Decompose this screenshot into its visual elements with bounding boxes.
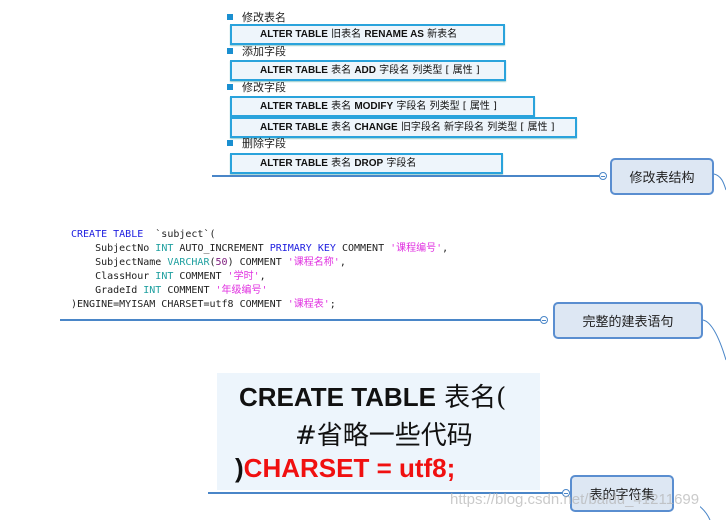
code-token: '课程名称': [287, 257, 340, 268]
item-label: 删除字段: [242, 137, 286, 150]
sql-text: 旧表名: [327, 29, 365, 40]
code-line: SubjectNo INT AUTO_INCREMENT PRIMARY KEY…: [71, 242, 448, 256]
code-token: ,: [339, 257, 346, 268]
comment-line: #省略一些代码: [295, 421, 473, 451]
node-label: 完整的建表语句: [582, 315, 674, 330]
sql-text: 表名: [327, 65, 355, 76]
branch-line: [60, 319, 540, 321]
code-token: INT: [155, 271, 174, 282]
sql-keyword: RENAME AS: [364, 29, 424, 40]
paren: ): [235, 453, 244, 483]
code-token: ) COMMENT: [227, 257, 288, 268]
code-line: ClassHour INT COMMENT '学时',: [71, 270, 448, 284]
code-token: COMMENT: [161, 285, 216, 296]
charset-clause: CHARSET = utf8;: [243, 453, 456, 483]
code-line: GradeId INT COMMENT '年级编号': [71, 284, 448, 298]
code-token: INT: [143, 285, 162, 296]
node-create-statement[interactable]: 完整的建表语句: [553, 302, 703, 339]
sql-keyword: ALTER TABLE: [260, 65, 328, 76]
code-token: COMMENT: [335, 243, 391, 254]
sql-statement-box: ALTER TABLE 表名 MODIFY 字段名 列类型 [ 属性 ]: [230, 96, 535, 117]
code-line: CREATE TABLE `subject`(: [71, 228, 448, 242]
code-token: '课程编号': [390, 243, 443, 254]
sql-text: 表名: [327, 122, 355, 133]
code-token: PRIMARY KEY: [269, 243, 336, 254]
code-token: SubjectName: [71, 257, 168, 268]
create-table-code: CREATE TABLE `subject`( SubjectNo INT AU…: [71, 228, 448, 312]
sql-text: 新表名: [423, 29, 458, 40]
code-token: INT: [155, 243, 174, 254]
bullet-icon: [227, 14, 233, 20]
bullet-icon: [227, 84, 233, 90]
branch-line: [212, 175, 599, 177]
watermark: https://blog.csdn.net/baidu_41211699: [450, 491, 700, 508]
collapse-toggle-icon[interactable]: [599, 172, 607, 180]
keyword: CREATE TABLE: [239, 382, 436, 412]
node-label: 修改表结构: [629, 171, 695, 186]
code-token: ;: [329, 299, 336, 310]
code-token: ,: [259, 271, 266, 282]
sql-text: 表名: [327, 158, 355, 169]
code-token: COMMENT: [173, 271, 228, 282]
bullet-icon: [227, 48, 233, 54]
sql-keyword: ADD: [354, 65, 376, 76]
table-name: 表名(: [435, 383, 507, 413]
code-token: SubjectNo: [71, 243, 156, 254]
code-token: ClassHour: [71, 271, 156, 282]
code-token: ,: [442, 243, 449, 254]
sql-text: 字段名: [383, 158, 417, 169]
sql-keyword: ALTER TABLE: [260, 101, 328, 112]
sql-keyword: ALTER TABLE: [260, 158, 328, 169]
sql-text: 字段名 列类型 [ 属性 ]: [393, 101, 497, 112]
sql-text: 字段名 列类型 [ 属性 ]: [376, 65, 480, 76]
connector-curves: [700, 173, 726, 520]
code-line: )ENGINE=MYISAM CHARSET=utf8 COMMENT '课程表…: [71, 298, 448, 312]
item-label: 修改表名: [242, 11, 286, 24]
code-token: GradeId: [71, 285, 144, 296]
code-token: AUTO_INCREMENT: [173, 243, 270, 254]
bullet-icon: [227, 140, 233, 146]
sql-statement-box: ALTER TABLE 旧表名 RENAME AS 新表名: [230, 24, 505, 45]
sql-keyword: DROP: [354, 158, 384, 169]
code-token: VARCHAR: [167, 257, 210, 268]
code-token: '学时': [227, 271, 260, 282]
code-line: SubjectName VARCHAR(50) COMMENT '课程名称',: [71, 256, 448, 270]
item-label: 添加字段: [242, 45, 286, 58]
code-token: 50: [215, 257, 228, 268]
sql-keyword: ALTER TABLE: [260, 122, 328, 133]
code-token: `subject`(: [143, 229, 216, 240]
code-token: '课程表': [287, 299, 330, 310]
sql-keyword: MODIFY: [354, 101, 394, 112]
sql-text: 表名: [327, 101, 355, 112]
collapse-toggle-icon[interactable]: [540, 316, 548, 324]
sql-statement-box: ALTER TABLE 表名 DROP 字段名: [230, 153, 503, 174]
sql-statement-box: ALTER TABLE 表名 ADD 字段名 列类型 [ 属性 ]: [230, 60, 506, 81]
item-label: 修改字段: [242, 81, 286, 94]
sql-keyword: ALTER TABLE: [260, 29, 328, 40]
code-token: )ENGINE=MYISAM CHARSET=utf8 COMMENT: [71, 299, 288, 310]
node-alter-table[interactable]: 修改表结构: [610, 158, 714, 195]
sql-text: 旧字段名 新字段名 列类型 [ 属性 ]: [397, 122, 555, 133]
sql-keyword: CHANGE: [354, 122, 398, 133]
code-token: '年级编号': [215, 285, 268, 296]
charset-example: CREATE TABLE 表名( #省略一些代码 )CHARSET = utf8…: [217, 373, 540, 490]
code-token: CREATE TABLE: [71, 229, 144, 240]
